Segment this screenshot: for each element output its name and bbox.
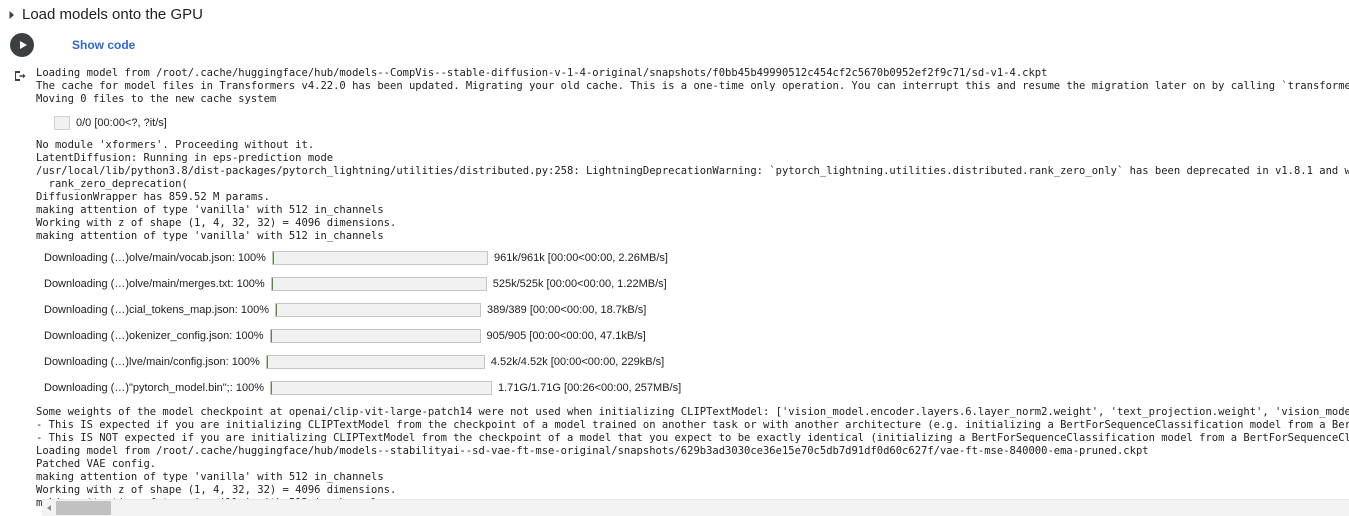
log-line: Loading model from /root/.cache/huggingf… [36, 444, 1149, 457]
progress-row: Downloading (…)"pytorch_model.bin";: 100… [44, 380, 1349, 397]
horizontal-scroll-thumb[interactable] [56, 501, 111, 515]
progress-row: Downloading (…)lve/main/config.json: 100… [44, 354, 1349, 371]
horizontal-scrollbar[interactable] [42, 499, 1349, 516]
progress-bar-track [265, 355, 485, 370]
log-line: Some weights of the model checkpoint at … [36, 405, 1349, 418]
colab-cell-output-page: Load models onto the GPU Show code Loadi… [0, 0, 1349, 516]
progress-row: Downloading (…)cial_tokens_map.json: 100… [44, 302, 1349, 319]
progress-bar-fill [270, 330, 272, 343]
log-line: Patched VAE config. [36, 457, 157, 470]
progress-row: Downloading (…)olve/main/vocab.json: 100… [44, 250, 1349, 267]
cell-toolbar: Show code [0, 30, 1349, 60]
progress-row-cache-migration: 0/0 [00:00<?, ?it/s] [48, 114, 1349, 131]
progress-stats: 961k/961k [00:00<00:00, 2.26MB/s] [493, 252, 668, 265]
progress-bar-fill [270, 382, 272, 395]
log-line: Loading model from /root/.cache/huggingf… [36, 67, 1048, 79]
log-block-bottom: Some weights of the model checkpoint at … [36, 406, 1349, 510]
play-triangle [19, 41, 27, 49]
log-line: The cache for model files in Transformer… [36, 80, 1349, 93]
progress-stats: 0/0 [00:00<?, ?it/s] [76, 116, 167, 129]
output-stream: Loading model from /root/.cache/huggingf… [36, 64, 1349, 510]
progress-bar-track [270, 277, 487, 292]
log-line: /usr/local/lib/python3.8/dist-packages/p… [36, 165, 1349, 178]
log-line: - This IS NOT expected if you are initia… [36, 431, 1349, 444]
triangle-right-icon[interactable] [4, 7, 20, 23]
caret-left-icon[interactable] [42, 501, 56, 516]
progress-label: Downloading (…)cial_tokens_map.json: 100… [44, 304, 270, 317]
progress-label: Downloading (…)olve/main/merges.txt: 100… [44, 278, 265, 291]
log-line: - This IS expected if you are initializi… [36, 418, 1349, 431]
log-line: DiffusionWrapper has 859.52 M params. [36, 191, 270, 204]
log-line: making attention of type 'vanilla' with … [36, 230, 384, 243]
progress-row: Downloading (…)okenizer_config.json: 100… [44, 328, 1349, 345]
progress-label: Downloading (…)lve/main/config.json: 100… [44, 356, 260, 369]
progress-bar-fill [272, 252, 274, 265]
show-code-link[interactable]: Show code [72, 38, 135, 52]
progress-bar-track [54, 115, 70, 130]
output-stream-icon [0, 64, 36, 82]
cell-output-area: Loading model from /root/.cache/huggingf… [0, 60, 1349, 510]
play-circle-icon[interactable] [10, 33, 34, 57]
page-title: Load models onto the GPU [22, 6, 203, 23]
log-line: No module 'xformers'. Proceeding without… [36, 139, 315, 152]
log-line: Moving 0 files to the new cache system [36, 93, 277, 106]
progress-label: Downloading (…)"pytorch_model.bin";: 100… [44, 382, 264, 395]
caret-left-glyph [47, 505, 51, 511]
progress-label: Downloading (…)okenizer_config.json: 100… [44, 330, 264, 343]
log-line: making attention of type 'vanilla' with … [36, 204, 384, 217]
log-line: LatentDiffusion: Running in eps-predicti… [36, 152, 334, 165]
progress-bar-fill [266, 356, 268, 369]
progress-bar-fill [276, 304, 278, 317]
collapsed-section-header[interactable]: Load models onto the GPU [0, 0, 1349, 30]
log-line: Working with z of shape (1, 4, 32, 32) =… [36, 483, 397, 496]
progress-bar-track [269, 381, 492, 396]
progress-bar-fill [271, 278, 273, 291]
log-line: Working with z of shape (1, 4, 32, 32) =… [36, 217, 397, 230]
progress-bar-track [271, 251, 488, 266]
log-line: making attention of type 'vanilla' with … [36, 470, 384, 483]
progress-bar-track [275, 303, 482, 318]
progress-stats: 1.71G/1.71G [00:26<00:00, 257MB/s] [497, 382, 682, 395]
progress-stats: 4.52k/4.52k [00:00<00:00, 229kB/s] [490, 356, 665, 369]
progress-label: Downloading (…)olve/main/vocab.json: 100… [44, 252, 266, 265]
progress-stats: 905/905 [00:00<00:00, 47.1kB/s] [486, 330, 646, 343]
progress-bar-track [269, 329, 481, 344]
progress-stats: 525k/525k [00:00<00:00, 1.22MB/s] [492, 278, 667, 291]
progress-stats: 389/389 [00:00<00:00, 18.7kB/s] [487, 304, 647, 317]
log-line: rank_zero_deprecation( [36, 178, 188, 191]
download-progress-list: Downloading (…)olve/main/vocab.json: 100… [36, 250, 1349, 397]
progress-row: Downloading (…)olve/main/merges.txt: 100… [44, 276, 1349, 293]
